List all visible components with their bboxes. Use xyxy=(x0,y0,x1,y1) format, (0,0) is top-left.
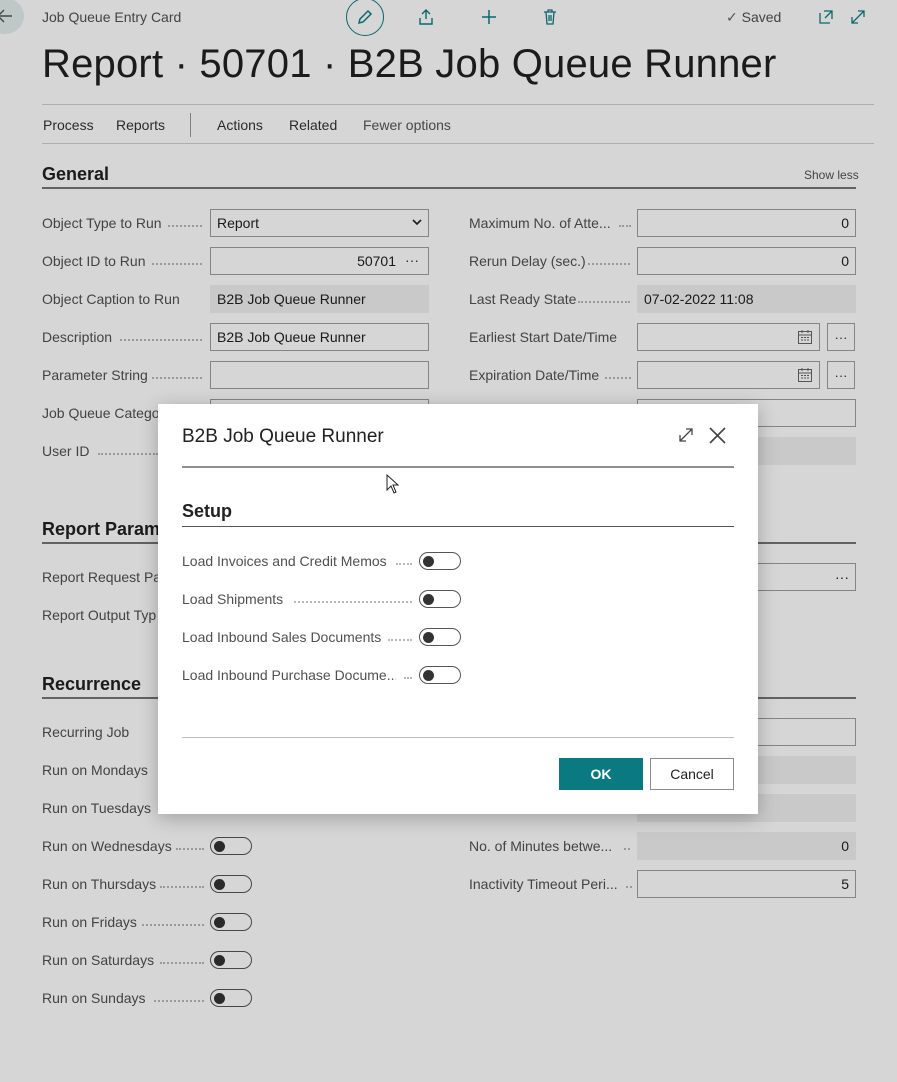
load-shipments-toggle[interactable] xyxy=(419,590,461,608)
leader-dots xyxy=(404,677,412,679)
leader-dots xyxy=(294,601,412,603)
cancel-button[interactable]: Cancel xyxy=(650,758,734,790)
dialog-footer-rule xyxy=(182,737,734,738)
load-inbound-purchase-label: Load Inbound Purchase Docume... xyxy=(182,667,396,683)
dialog-title: B2B Job Queue Runner xyxy=(182,426,384,447)
ok-button[interactable]: OK xyxy=(559,758,643,790)
load-inbound-sales-toggle[interactable] xyxy=(419,628,461,646)
leader-dots xyxy=(388,639,412,641)
load-invoices-label: Load Invoices and Credit Memos xyxy=(182,553,387,569)
load-inbound-sales-label: Load Inbound Sales Documents xyxy=(182,629,382,645)
leader-dots xyxy=(396,563,412,565)
setup-section-rule xyxy=(182,526,734,527)
load-inbound-purchase-toggle[interactable] xyxy=(419,666,461,684)
report-request-dialog: B2B Job Queue Runner Setup Load Invoices… xyxy=(158,404,758,814)
load-invoices-toggle[interactable] xyxy=(419,552,461,570)
load-shipments-label: Load Shipments xyxy=(182,591,284,607)
expand-icon[interactable] xyxy=(677,426,695,444)
dialog-header-rule xyxy=(182,466,734,468)
close-icon[interactable] xyxy=(708,426,727,445)
setup-section-title[interactable]: Setup xyxy=(182,501,232,522)
mouse-cursor-icon xyxy=(386,474,400,494)
